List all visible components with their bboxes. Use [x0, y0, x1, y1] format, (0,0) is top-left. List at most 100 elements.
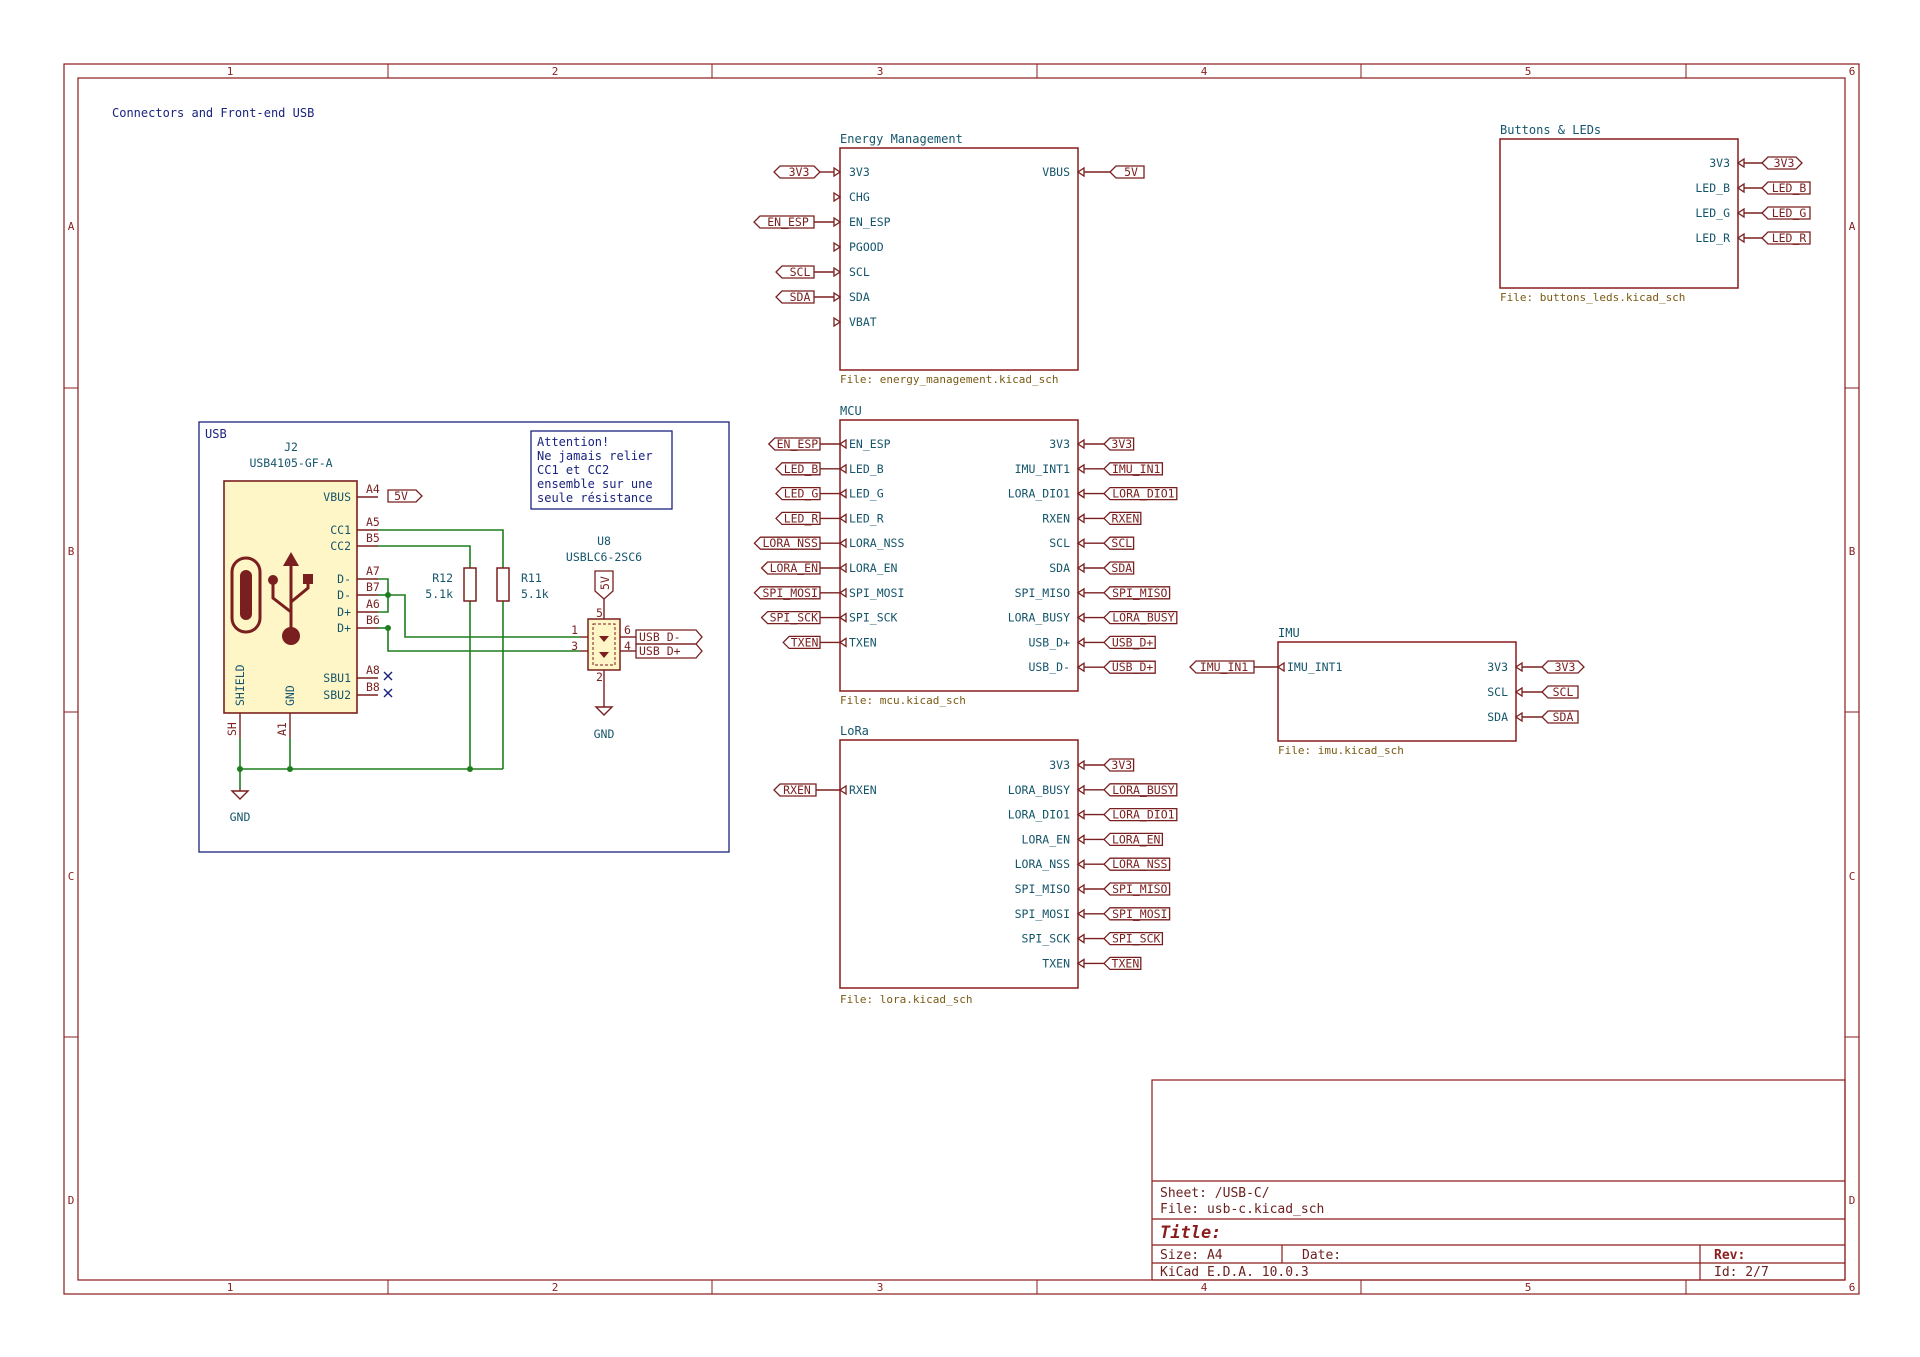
- sheet-file: File: mcu.kicad_sch: [840, 694, 966, 707]
- svg-text:PGOOD: PGOOD: [849, 240, 884, 254]
- frame-col-3-bottom: 3: [877, 1281, 884, 1294]
- svg-text:U8: U8: [597, 534, 611, 548]
- svg-text:SCL: SCL: [849, 265, 870, 279]
- frame-col-1-top: 1: [227, 65, 234, 78]
- title-block-sheet: Sheet: /USB-C/: [1160, 1186, 1270, 1201]
- frame-row-c-left: C: [68, 870, 75, 883]
- label-scl: SCL: [1553, 685, 1574, 699]
- svg-text:VBAT: VBAT: [849, 315, 877, 329]
- label-sda: SDA: [1553, 710, 1574, 724]
- svg-text:Ne jamais relier: Ne jamais relier: [537, 449, 653, 463]
- svg-text:B5: B5: [366, 531, 380, 545]
- label-sda: SDA: [1111, 561, 1132, 575]
- frame-col-1-bottom: 1: [227, 1281, 234, 1294]
- svg-text:3V3: 3V3: [1709, 156, 1730, 170]
- svg-text:LED_R: LED_R: [1695, 231, 1730, 245]
- label-txen: TXEN: [791, 635, 819, 649]
- svg-text:USB_D+: USB_D+: [639, 644, 681, 658]
- pin-name: LORA_NSS: [1015, 857, 1070, 871]
- frame-col-4-top: 4: [1201, 65, 1208, 78]
- j2-ref: J2: [284, 440, 298, 454]
- svg-text:3V3: 3V3: [849, 165, 870, 179]
- svg-text:A8: A8: [366, 663, 380, 677]
- svg-text:CC1: CC1: [330, 523, 351, 537]
- svg-text:CC1 et CC2: CC1 et CC2: [537, 463, 609, 477]
- svg-text:LED_B: LED_B: [1695, 181, 1730, 195]
- label-usb-d: USB_D+: [1112, 635, 1154, 649]
- frame-row-c-right: C: [1849, 870, 1856, 883]
- svg-text:6: 6: [624, 623, 631, 637]
- label-scl: SCL: [1111, 536, 1132, 550]
- label-spi-mosi: SPI_MOSI: [1112, 907, 1167, 921]
- label-lora-nss: LORA_NSS: [1112, 857, 1167, 871]
- pin-name: LORA_EN: [849, 561, 898, 575]
- svg-text:seule résistance: seule résistance: [537, 491, 653, 505]
- svg-text:R12: R12: [432, 571, 453, 585]
- pin-name: SCL: [1049, 536, 1070, 550]
- label-rxen: RXEN: [1112, 511, 1140, 525]
- pin-name: LORA_EN: [1022, 832, 1071, 846]
- j2-value: USB4105-GF-A: [249, 456, 332, 470]
- svg-text:ensemble sur une: ensemble sur une: [537, 477, 653, 491]
- schematic-sheet: 1 2 3 4 5 6 1 2 3 4 5 6 A B C D A B C D …: [0, 0, 1920, 1357]
- pin-name: LORA_BUSY: [1008, 611, 1070, 625]
- svg-text:GND: GND: [283, 685, 297, 706]
- usb-group-title: USB: [205, 427, 227, 441]
- svg-text:SBU2: SBU2: [323, 688, 351, 702]
- svg-text:A6: A6: [366, 597, 380, 611]
- frame-row-b-left: B: [68, 545, 75, 558]
- svg-text:EN_ESP: EN_ESP: [849, 215, 891, 229]
- svg-text:5.1k: 5.1k: [425, 587, 453, 601]
- mcu-left-pins: EN_ESP EN_ESP LED_B LED_B LED_G LED_G LED_R LED…: [753, 437, 904, 649]
- svg-text:SHIELD: SHIELD: [233, 664, 247, 706]
- pin-name: SDA: [1049, 561, 1070, 575]
- svg-text:D+: D+: [337, 621, 351, 635]
- sheet-file: File: imu.kicad_sch: [1278, 744, 1404, 757]
- pin-name: LORA_NSS: [849, 536, 904, 550]
- label-led-b: LED_B: [1772, 181, 1807, 195]
- label-spi-miso: SPI_MISO: [1112, 882, 1167, 896]
- label-5v: 5V: [1124, 165, 1138, 179]
- frame-col-6-top: 6: [1849, 65, 1856, 78]
- frame-row-b-right: B: [1849, 545, 1856, 558]
- resistor-r11[interactable]: R11 5.1k: [496, 567, 549, 602]
- label-imu-in1: IMU_IN1: [1200, 660, 1249, 674]
- resistor-r12[interactable]: R12 5.1k: [425, 567, 477, 602]
- label-3v3: 3V3: [1555, 660, 1576, 674]
- pin-name: TXEN: [849, 635, 877, 649]
- svg-text:5V: 5V: [394, 489, 408, 503]
- svg-text:USBLC6-2SC6: USBLC6-2SC6: [566, 550, 642, 564]
- frame-col-5-bottom: 5: [1525, 1281, 1532, 1294]
- label-lora-nss: LORA_NSS: [763, 536, 818, 550]
- svg-text:5: 5: [596, 606, 603, 620]
- svg-text:SBU1: SBU1: [323, 671, 351, 685]
- title-block-date: Date:: [1302, 1248, 1341, 1263]
- title-block-tool: KiCad E.D.A. 10.0.3: [1160, 1265, 1309, 1280]
- pin-name: RXEN: [1042, 511, 1070, 525]
- usb-connector-j2[interactable]: J2 USB4105-GF-A VBUS CC1 CC2 D- D- D+ D+…: [223, 440, 380, 738]
- svg-text:CHG: CHG: [849, 190, 870, 204]
- label-led-g: LED_G: [1772, 206, 1807, 220]
- label-5v-tvs: 5V: [598, 576, 612, 590]
- lora-right-pins: 3V3 3V3 LORA_BUSY LORA_BUSY LORA_DIO1 LORA_DI…: [1008, 758, 1178, 970]
- label-lora-dio1: LORA_DIO1: [1112, 487, 1174, 501]
- frame-col-4-bottom: 4: [1201, 1281, 1208, 1294]
- gnd-label-left: GND: [230, 810, 251, 824]
- svg-text:SDA: SDA: [849, 290, 870, 304]
- frame-row-d-right: D: [1849, 1194, 1856, 1207]
- svg-text:5.1k: 5.1k: [521, 587, 549, 601]
- svg-text:SCL: SCL: [1487, 685, 1508, 699]
- svg-text:D+: D+: [337, 605, 351, 619]
- title-block-rev: Rev:: [1714, 1248, 1745, 1263]
- svg-text:2: 2: [596, 670, 603, 684]
- sheet-file: File: lora.kicad_sch: [840, 993, 972, 1006]
- svg-text:A5: A5: [366, 515, 380, 529]
- pin-name: SPI_MISO: [1015, 586, 1070, 600]
- label-scl: SCL: [790, 265, 811, 279]
- frame-col-2-bottom: 2: [552, 1281, 559, 1294]
- label-imu-in1: IMU_IN1: [1112, 462, 1161, 476]
- svg-text:R11: R11: [521, 571, 542, 585]
- sheet-title: MCU: [840, 404, 862, 418]
- svg-text:B7: B7: [366, 580, 380, 594]
- title-block-file: File: usb-c.kicad_sch: [1160, 1202, 1324, 1217]
